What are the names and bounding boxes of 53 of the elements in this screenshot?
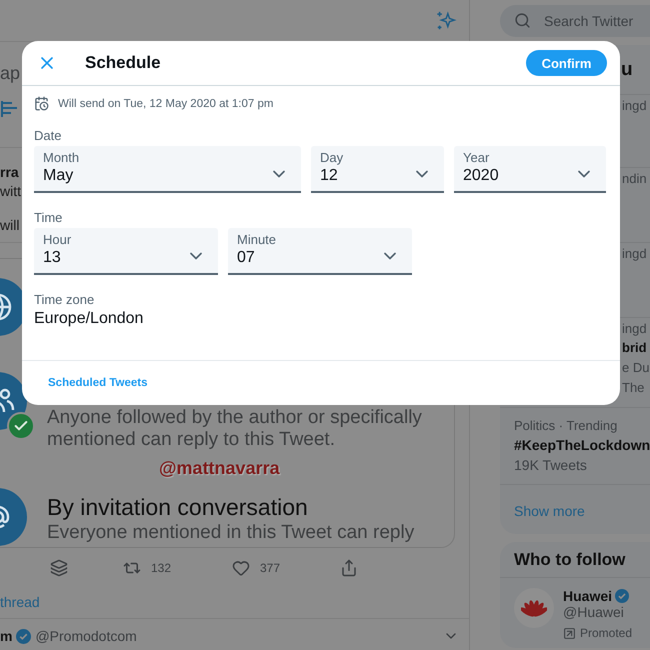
poll-icon[interactable]	[0, 100, 20, 118]
search-field[interactable]: Search Twitter	[500, 5, 650, 37]
author-handle: @Promodotcom	[35, 628, 137, 644]
confirm-button[interactable]: Confirm	[526, 50, 607, 76]
account-name[interactable]: Huawei	[563, 588, 612, 604]
heart-icon[interactable]	[232, 559, 250, 577]
trend-meta: ndin	[622, 170, 648, 188]
trend-detail: The	[622, 379, 646, 397]
dropdown-field[interactable]: Year 2020	[454, 146, 606, 193]
account-handle: @Huawei	[563, 604, 625, 620]
author-name: m	[0, 628, 12, 645]
dropdown-field[interactable]: Month May	[34, 146, 301, 193]
trend-topic: #KeepTheLockdown	[514, 436, 650, 455]
field-label: Time zone	[34, 292, 94, 307]
tweet-text: will	[0, 216, 20, 234]
option-description: Everyone mentioned in this Tweet can reply	[47, 522, 414, 544]
trend-meta: ingd	[622, 320, 648, 338]
compose-prompt-text: ap	[0, 63, 20, 85]
section-label: Date	[34, 128, 62, 143]
scheduled-tweets-link[interactable]: Scheduled Tweets	[48, 377, 148, 389]
layers-icon[interactable]	[50, 559, 68, 577]
trend-detail: 19K Tweets	[514, 456, 588, 475]
search-icon	[514, 12, 531, 29]
option-title: By invitation conversation	[47, 493, 309, 522]
trend-meta: Politics · Trending	[514, 417, 618, 435]
trend-detail: e Du	[622, 359, 650, 377]
calendar-clock-icon	[34, 96, 49, 111]
verified-icon	[16, 628, 32, 644]
action-count: 377	[260, 561, 280, 575]
dialog-title: Schedule	[85, 53, 161, 73]
schedule-summary: Will send on Tue, 12 May 2020 at 1:07 pm	[58, 98, 274, 110]
tweet-text: witt	[0, 182, 21, 200]
share-icon[interactable]	[340, 559, 358, 577]
option-description: Anyone followed by the author or specifically	[47, 407, 422, 429]
option-description: mentioned can reply to this Tweet.	[47, 429, 336, 451]
action-count: 132	[151, 561, 172, 575]
sparkle-icon[interactable]	[435, 10, 457, 32]
dropdown-field[interactable]: Day 12	[311, 146, 444, 193]
dropdown-field[interactable]: Minute 07	[228, 228, 412, 275]
credit-text: @mattnavarra	[159, 457, 280, 479]
verified-icon	[615, 589, 630, 603]
promoted-icon	[563, 626, 576, 640]
promoted-label: Promoted	[580, 626, 632, 640]
dropdown-field[interactable]: Hour 13	[34, 228, 218, 275]
trend-meta: ingd	[622, 97, 648, 115]
trend-item[interactable]: Politics · Trending #KeepTheLockdown 19K Tweets	[500, 408, 650, 485]
trend-topic: brid	[622, 339, 648, 357]
section-label: Time	[34, 210, 62, 225]
panel-title: Who to follow	[500, 542, 650, 578]
author-name: rra	[0, 164, 19, 181]
trend-meta: ingd	[622, 245, 648, 263]
flower-logo-icon	[521, 598, 547, 618]
time-zone-value: Europe/London	[34, 310, 144, 328]
